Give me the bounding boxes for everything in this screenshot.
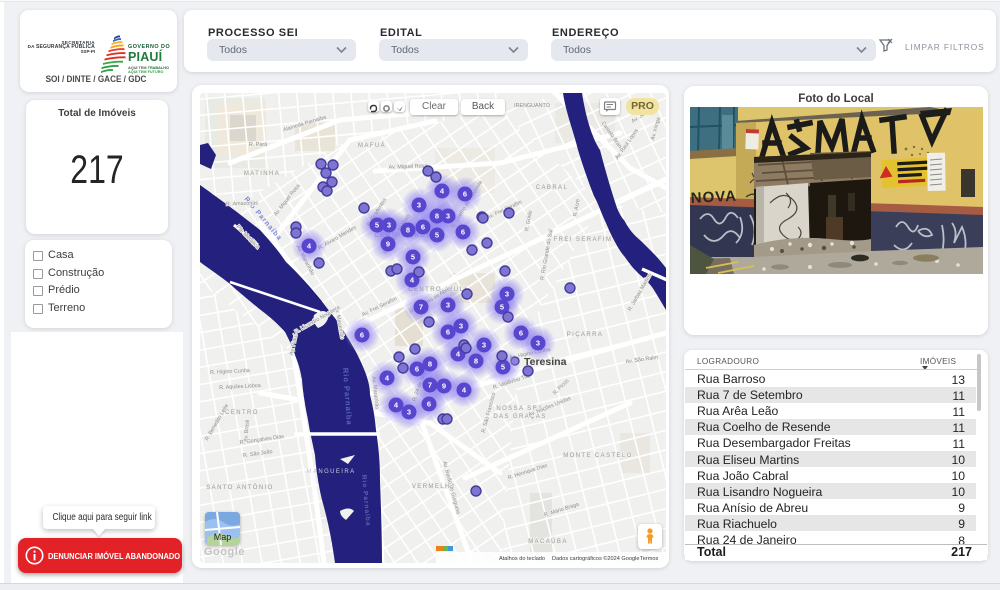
svg-text:PIÇARRA: PIÇARRA [567,332,603,338]
svg-text:SANTO ANTÔNIO: SANTO ANTÔNIO [206,484,273,491]
svg-text:3: 3 [417,201,421,210]
svg-text:6: 6 [461,228,465,237]
svg-text:3: 3 [407,408,411,417]
svg-text:9: 9 [442,382,446,391]
svg-text:6: 6 [360,331,364,340]
svg-text:3: 3 [446,301,450,310]
svg-text:CENTRO: CENTRO [225,410,259,416]
svg-text:Termos: Termos [640,556,659,562]
svg-text:6: 6 [427,400,431,409]
svg-text:IRENGUANTO: IRENGUANTO [514,103,550,109]
svg-text:MATINHA: MATINHA [244,171,280,177]
svg-text:3: 3 [387,221,391,230]
svg-text:6: 6 [421,223,425,232]
svg-text:Dados cartográficos ©2024 Goog: Dados cartográficos ©2024 Google [552,555,639,562]
svg-text:6: 6 [519,329,523,338]
svg-text:3: 3 [446,212,450,221]
svg-text:3: 3 [536,339,540,348]
svg-text:R. Pará: R. Pará [249,142,267,148]
svg-text:7: 7 [419,303,423,312]
svg-text:5: 5 [500,303,504,312]
svg-text:DAS GRAÇAS: DAS GRAÇAS [493,414,546,420]
svg-text:R. Amazonas: R. Amazonas [226,200,259,207]
svg-text:MANGUEIRA: MANGUEIRA [307,469,356,475]
svg-text:3: 3 [482,341,486,350]
svg-text:7: 7 [428,381,432,390]
svg-text:5: 5 [375,221,379,230]
svg-text:MACAÚBA: MACAÚBA [528,538,567,545]
svg-text:9: 9 [386,240,390,249]
svg-text:6: 6 [415,365,419,374]
svg-text:6: 6 [463,190,467,199]
svg-text:8: 8 [435,212,439,221]
svg-text:MONTE CASTELO: MONTE CASTELO [563,453,633,459]
svg-text:MAFUÁ: MAFUÁ [358,142,386,149]
svg-text:3: 3 [459,322,463,331]
svg-text:8: 8 [406,226,410,235]
svg-text:NOVA: NOVA [690,188,737,207]
svg-text:Atalhos do teclado: Atalhos do teclado [499,556,545,562]
svg-text:6: 6 [446,328,450,337]
svg-text:CABRAL: CABRAL [536,185,568,191]
svg-text:8: 8 [474,357,478,366]
svg-text:5: 5 [435,231,439,240]
svg-text:5: 5 [501,363,505,372]
svg-text:FREI SERAFIM: FREI SERAFIM [554,237,613,243]
svg-text:5: 5 [411,253,415,262]
svg-text:8: 8 [428,360,432,369]
svg-text:3: 3 [505,290,509,299]
